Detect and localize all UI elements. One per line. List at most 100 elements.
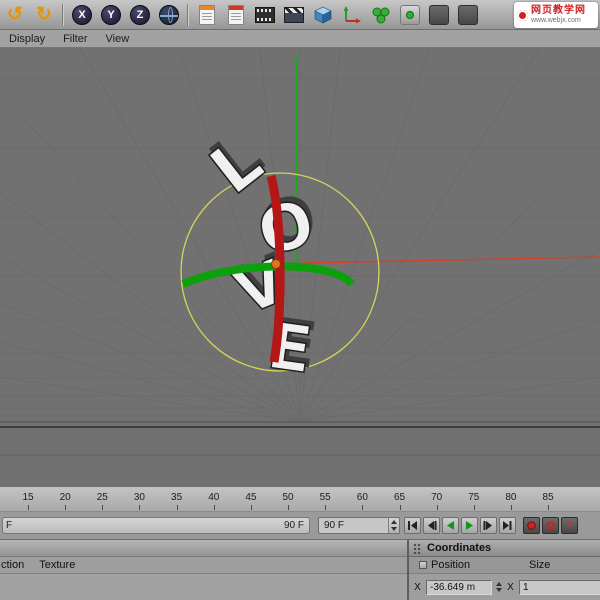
coordinates-title: Coordinates <box>427 542 491 554</box>
stepper-down-icon[interactable] <box>391 527 397 531</box>
left-menu-texture[interactable]: Texture <box>39 559 75 571</box>
column-position: Position <box>431 559 470 571</box>
viewport-bottom-edge <box>0 426 600 428</box>
array-object-icon[interactable] <box>368 2 394 28</box>
ruler-tick-label: 80 <box>499 492 523 503</box>
position-grid-icon <box>419 561 427 569</box>
goto-start-button[interactable] <box>404 517 421 534</box>
ruler-tick-label: 20 <box>53 492 77 503</box>
current-frame-value: 90 F <box>324 520 344 531</box>
cinema4d-window: ↺↻XYZ 网页教学网 www.webjx.com DisplayFilterV… <box>0 0 600 600</box>
coordinates-columns: Position Size <box>409 557 600 574</box>
current-frame-field[interactable]: 90 F <box>318 517 400 534</box>
coordinates-row-x: X -36.649 m X 1 <box>409 574 600 600</box>
undo-rotate-icon[interactable]: ↺ <box>2 2 28 28</box>
world-coordinates-icon[interactable] <box>156 2 182 28</box>
frame-stepper[interactable] <box>388 518 399 533</box>
ruler-tick-label: 70 <box>425 492 449 503</box>
position-x-stepper[interactable] <box>496 582 502 592</box>
ruler-tick-label: 50 <box>276 492 300 503</box>
lock-y-axis-icon[interactable]: Y <box>98 2 124 28</box>
lock-x-axis-icon[interactable]: X <box>69 2 95 28</box>
ruler-tick-mark <box>65 505 66 510</box>
column-size: Size <box>529 559 550 571</box>
lock-z-axis-icon[interactable]: Z <box>127 2 153 28</box>
ruler-tick-label: 30 <box>127 492 151 503</box>
autokeying-button[interactable] <box>542 517 559 534</box>
ruler-tick-label: 40 <box>202 492 226 503</box>
ruler-tick-mark <box>214 505 215 510</box>
next-frame-button[interactable] <box>480 517 497 534</box>
ruler-tick-mark <box>28 505 29 510</box>
ruler-tick-mark <box>511 505 512 510</box>
panel-grip-icon[interactable] <box>413 543 422 554</box>
inactive-tool-icon[interactable] <box>426 2 452 28</box>
left-panel-body <box>0 574 407 600</box>
stepper-up-icon[interactable] <box>391 520 397 524</box>
coordinates-panel: Coordinates Position Size X -36.649 m X … <box>409 540 600 600</box>
ruler-tick-mark <box>177 505 178 510</box>
render-settings-icon[interactable] <box>223 2 249 28</box>
ruler-tick-label: 60 <box>350 492 374 503</box>
ruler-tick-mark <box>437 505 438 510</box>
ruler-tick-mark <box>139 505 140 510</box>
redo-rotate-icon[interactable]: ↻ <box>31 2 57 28</box>
inactive-tool2-icon[interactable] <box>455 2 481 28</box>
film-render-icon[interactable] <box>252 2 278 28</box>
ruler-tick-label: 15 <box>16 492 40 503</box>
record-controls: ? <box>523 517 578 534</box>
transport-controls <box>404 517 516 534</box>
size-axis-label: X <box>506 582 515 593</box>
position-x-field[interactable]: -36.649 m <box>426 580 492 595</box>
ruler-tick-mark <box>400 505 401 510</box>
add-cube-object-icon[interactable] <box>310 2 336 28</box>
menu-filter[interactable]: Filter <box>54 33 96 45</box>
record-keyframe-button[interactable] <box>523 517 540 534</box>
play-forward-button[interactable] <box>461 517 478 534</box>
stepper-up-icon[interactable] <box>496 582 502 586</box>
watermark-logo-icon <box>517 10 528 21</box>
menu-display[interactable]: Display <box>0 33 54 45</box>
powerslider-row: F 90 F 90 F ? <box>0 512 600 540</box>
help-button[interactable]: ? <box>561 517 578 534</box>
ruler-tick-label: 65 <box>388 492 412 503</box>
play-backward-button[interactable] <box>442 517 459 534</box>
ruler-tick-mark <box>288 505 289 510</box>
ruler-tick-label: 35 <box>165 492 189 503</box>
material-manager-panel: ction Texture <box>0 540 409 600</box>
ruler-tick-label: 75 <box>462 492 486 503</box>
watermark: 网页教学网 www.webjx.com <box>514 2 598 28</box>
main-toolbar: ↺↻ XYZ <box>0 0 600 30</box>
ruler-tick-label: 25 <box>90 492 114 503</box>
coordinates-header[interactable]: Coordinates <box>409 540 600 557</box>
timeline-range-slider[interactable]: F 90 F <box>2 517 310 534</box>
toolbar-separator <box>187 4 189 26</box>
gizmo-center-point[interactable] <box>272 260 281 269</box>
menu-view[interactable]: View <box>97 33 139 45</box>
slider-start-label: F <box>6 520 12 531</box>
left-menu-function[interactable]: ction <box>0 559 24 571</box>
ruler-tick-mark <box>102 505 103 510</box>
previous-frame-button[interactable] <box>423 517 440 534</box>
stepper-down-icon[interactable] <box>496 588 502 592</box>
ruler-tick-label: 45 <box>239 492 263 503</box>
position-axis-label: X <box>413 582 422 593</box>
viewport-menubar: DisplayFilterView <box>0 30 600 48</box>
ruler-tick-mark <box>362 505 363 510</box>
render-view-icon[interactable] <box>194 2 220 28</box>
viewport-3d[interactable]: L L O O V V E E <box>0 48 600 487</box>
goto-end-button[interactable] <box>499 517 516 534</box>
left-panel-header <box>0 540 407 557</box>
ruler-tick-mark <box>474 505 475 510</box>
object-axis-tool-icon[interactable] <box>339 2 365 28</box>
snap-settings-icon[interactable] <box>397 2 423 28</box>
timeline-ruler[interactable]: 152025303540455055606570758085 <box>0 487 600 512</box>
size-x-field[interactable]: 1 <box>519 580 600 595</box>
ruler-tick-label: 55 <box>313 492 337 503</box>
toolbar-separator <box>62 4 64 26</box>
left-panel-menus: ction Texture <box>0 557 407 574</box>
clapperboard-render-icon[interactable] <box>281 2 307 28</box>
ruler-tick-mark <box>325 505 326 510</box>
slider-end-label: 90 F <box>284 520 304 531</box>
ruler-tick-mark <box>548 505 549 510</box>
